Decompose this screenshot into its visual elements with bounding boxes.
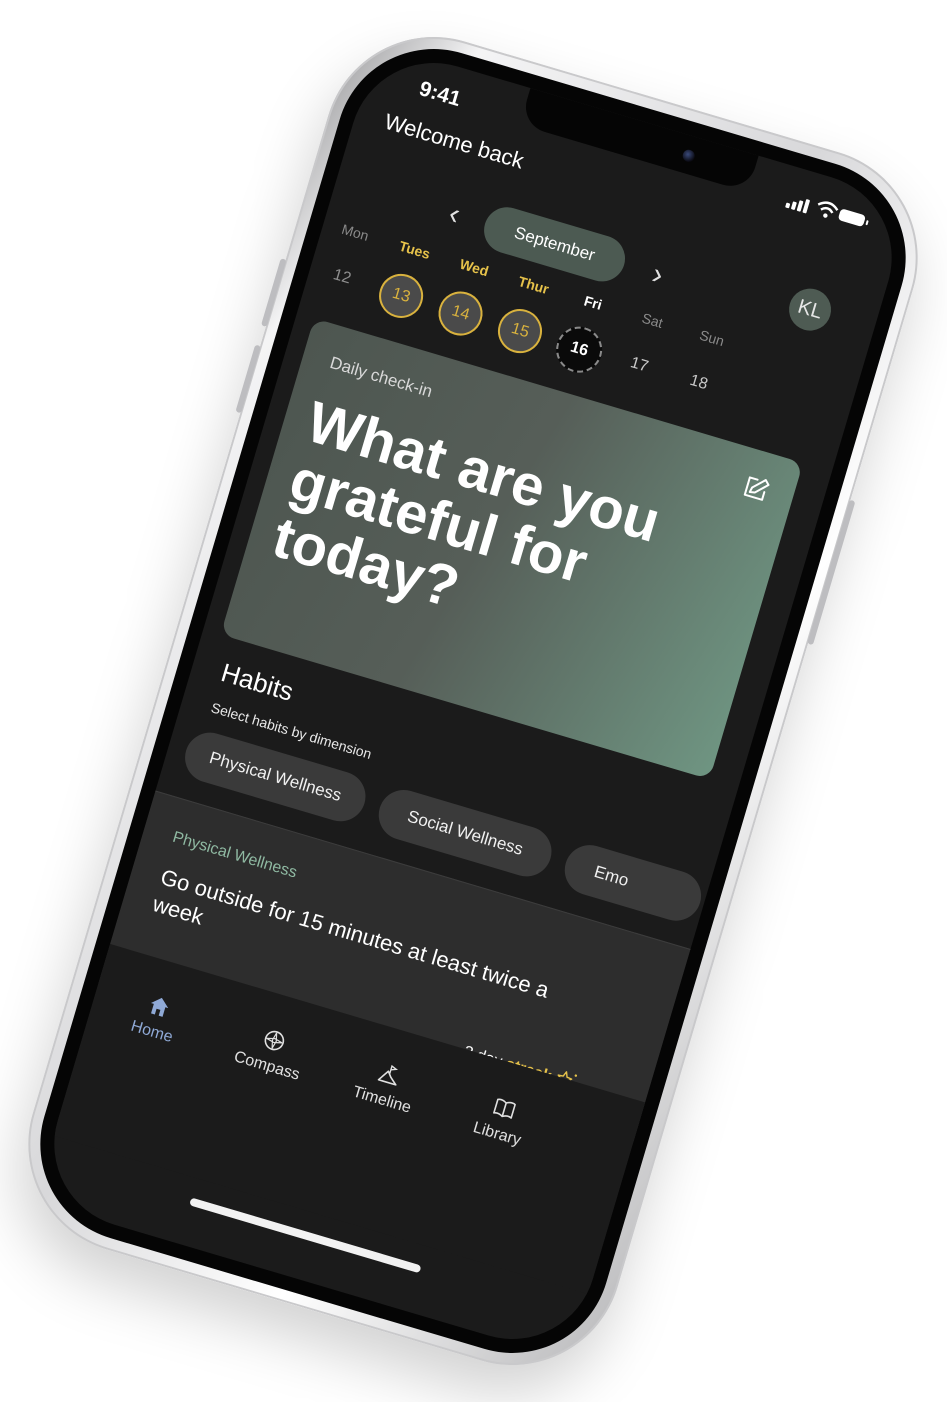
calendar-day[interactable]: Mon 12 bbox=[312, 217, 382, 304]
calendar-day[interactable]: Wed 14 bbox=[430, 253, 500, 342]
tab-label: Library bbox=[471, 1119, 523, 1150]
day-number: 17 bbox=[628, 354, 651, 376]
habits-heading: Habits bbox=[217, 657, 297, 707]
tab-label: Compass bbox=[232, 1048, 302, 1084]
edit-icon[interactable] bbox=[739, 471, 774, 506]
tab-library[interactable]: Library bbox=[451, 1084, 551, 1156]
day-name: Sat bbox=[640, 309, 665, 331]
prev-month-button[interactable]: ‹ bbox=[445, 197, 464, 231]
calendar-day[interactable]: Sun 18 bbox=[669, 323, 739, 410]
checkin-label: Daily check-in bbox=[327, 352, 435, 402]
day-name: Tues bbox=[397, 237, 433, 263]
book-icon bbox=[493, 1098, 516, 1119]
status-icons bbox=[785, 190, 867, 232]
battery-icon bbox=[837, 208, 867, 228]
phone-body: 9:41 Welcome back KL ‹ September › Mon 1… bbox=[1, 10, 945, 1392]
day-name: Wed bbox=[457, 255, 491, 280]
month-selector[interactable]: September bbox=[478, 201, 631, 288]
camera-icon bbox=[681, 148, 697, 164]
day-number: 14 bbox=[433, 286, 488, 341]
calendar-day[interactable]: Tues 13 bbox=[371, 235, 441, 324]
greeting: Welcome back bbox=[381, 108, 527, 174]
day-name: Thur bbox=[516, 272, 551, 298]
day-number: 13 bbox=[373, 268, 429, 324]
day-number: 16 bbox=[550, 321, 608, 379]
chip-emotional-wellness[interactable]: Emo bbox=[558, 839, 708, 927]
wifi-icon bbox=[817, 201, 839, 218]
home-icon bbox=[150, 997, 169, 1017]
calendar-day[interactable]: Sat 17 bbox=[609, 306, 679, 393]
checkin-question: What are you grateful for today? bbox=[265, 389, 668, 621]
compass-icon bbox=[264, 1030, 285, 1051]
day-name: Mon bbox=[339, 220, 371, 244]
day-name: Sun bbox=[697, 326, 727, 350]
tab-label: Timeline bbox=[350, 1083, 414, 1117]
calendar-day[interactable]: Thur 15 bbox=[490, 270, 560, 359]
day-number: 15 bbox=[492, 303, 548, 359]
timeline-icon bbox=[377, 1064, 399, 1086]
calendar-day[interactable]: Fri 16 bbox=[549, 288, 620, 379]
tab-compass[interactable]: Compass bbox=[221, 1016, 321, 1088]
avatar[interactable]: KL bbox=[783, 283, 837, 336]
day-number: 18 bbox=[687, 371, 710, 394]
tab-label: Home bbox=[128, 1017, 175, 1047]
status-time: 9:41 bbox=[416, 77, 464, 112]
tab-timeline[interactable]: Timeline bbox=[336, 1050, 436, 1122]
next-month-button[interactable]: › bbox=[648, 257, 667, 291]
day-name: Fri bbox=[582, 292, 604, 313]
tab-home[interactable]: Home bbox=[106, 982, 206, 1054]
day-number: 12 bbox=[331, 266, 354, 288]
